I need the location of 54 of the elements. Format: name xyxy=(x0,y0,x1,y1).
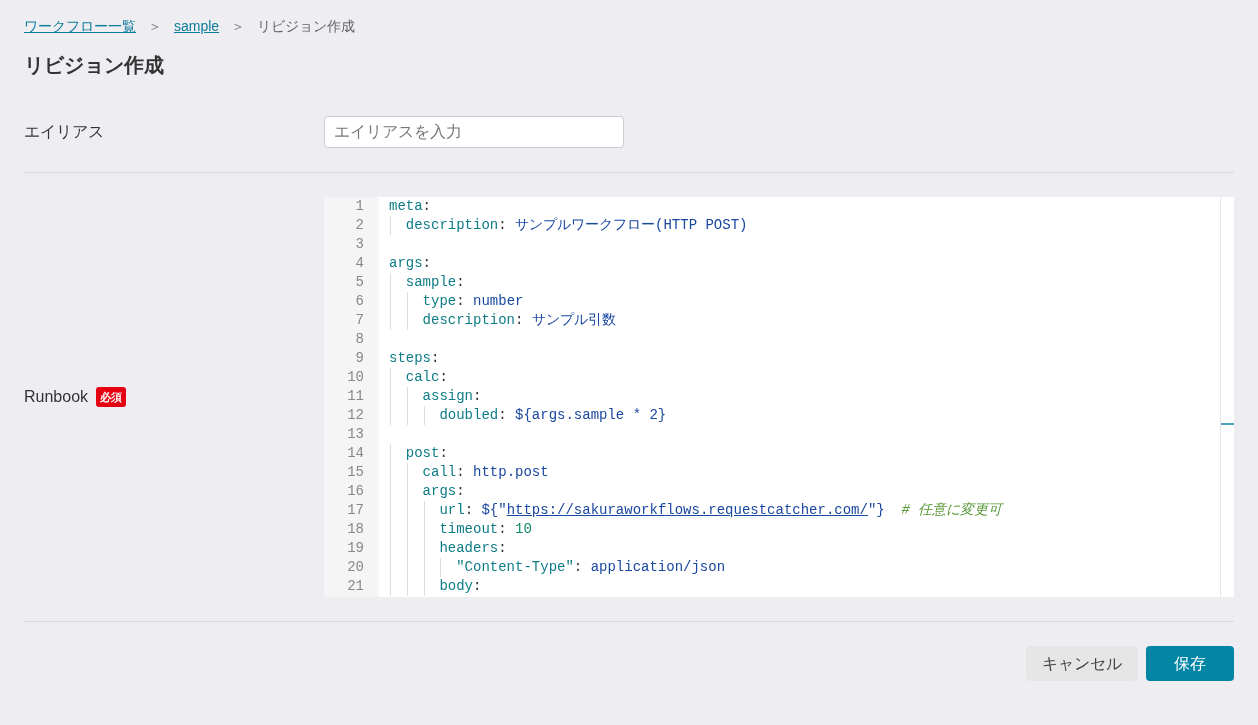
line-number: 1 xyxy=(354,197,364,216)
code-line: "Content-Type": application/json xyxy=(455,559,726,575)
code-line: args: xyxy=(421,483,465,499)
scrollbar-track[interactable] xyxy=(1220,197,1234,597)
line-number: 8 xyxy=(354,330,364,349)
breadcrumb-separator: ＞ xyxy=(230,17,247,36)
line-number: 18 xyxy=(346,520,364,539)
line-number: 10 xyxy=(346,368,364,387)
code-line: headers: xyxy=(438,540,507,556)
line-number: 11 xyxy=(346,387,364,406)
code-editor[interactable] xyxy=(324,197,1234,597)
breadcrumb-separator: ＞ xyxy=(147,17,163,36)
line-number: 14 xyxy=(346,444,364,463)
line-number: 7 xyxy=(354,311,364,330)
code-line: args: xyxy=(389,255,431,271)
line-number: 13 xyxy=(346,425,364,444)
code-line: calc: xyxy=(404,369,448,385)
code-line: assign: xyxy=(421,388,482,404)
code-line: body: xyxy=(438,578,482,594)
code-line: sample: xyxy=(404,274,465,290)
line-number: 15 xyxy=(346,463,364,482)
code-line: description: サンプルワークフロー(HTTP POST) xyxy=(404,217,748,233)
line-number: 16 xyxy=(346,482,364,501)
breadcrumb-current: リビジョン作成 xyxy=(257,17,356,36)
required-badge: 必須 xyxy=(96,386,127,408)
line-number: 6 xyxy=(354,292,364,311)
code-line: call: http.post xyxy=(421,464,549,480)
line-number: 3 xyxy=(354,235,364,254)
line-number: 12 xyxy=(346,406,364,425)
line-number: 20 xyxy=(346,558,364,577)
page-title: リビジョン作成 xyxy=(24,53,165,78)
code-line: post: xyxy=(404,445,448,461)
line-number: 4 xyxy=(354,254,364,273)
cancel-button[interactable]: キャンセル xyxy=(1026,646,1138,681)
alias-input[interactable]: エイリアスを入力 xyxy=(324,116,624,148)
save-button[interactable]: 保存 xyxy=(1146,646,1234,681)
code-line: steps: xyxy=(389,350,440,366)
breadcrumb-link[interactable]: sample xyxy=(174,16,220,36)
code-line: meta: xyxy=(389,198,431,214)
code-line: type: number xyxy=(421,293,524,309)
line-number: 9 xyxy=(354,349,364,368)
field-label: Runbook xyxy=(24,387,89,407)
breadcrumb-link[interactable]: ワークフロー一覧 xyxy=(24,16,136,36)
field-label: エイリアス xyxy=(24,122,105,142)
line-number: 21 xyxy=(346,577,364,596)
code-line: timeout: 10 xyxy=(438,521,532,537)
line-number: 2 xyxy=(354,216,364,235)
code-line: doubled: ${args.sample * 2} xyxy=(438,407,667,423)
scroll-marker xyxy=(1221,423,1234,425)
code-line: url: ${"https://sakuraworkflows.requestcatcher.com/"} # 任意に変更可 xyxy=(438,502,1003,518)
line-number: 5 xyxy=(354,273,364,292)
line-number: 17 xyxy=(346,501,364,520)
line-number: 19 xyxy=(346,539,364,558)
code-line: description: サンプル引数 xyxy=(421,312,616,328)
